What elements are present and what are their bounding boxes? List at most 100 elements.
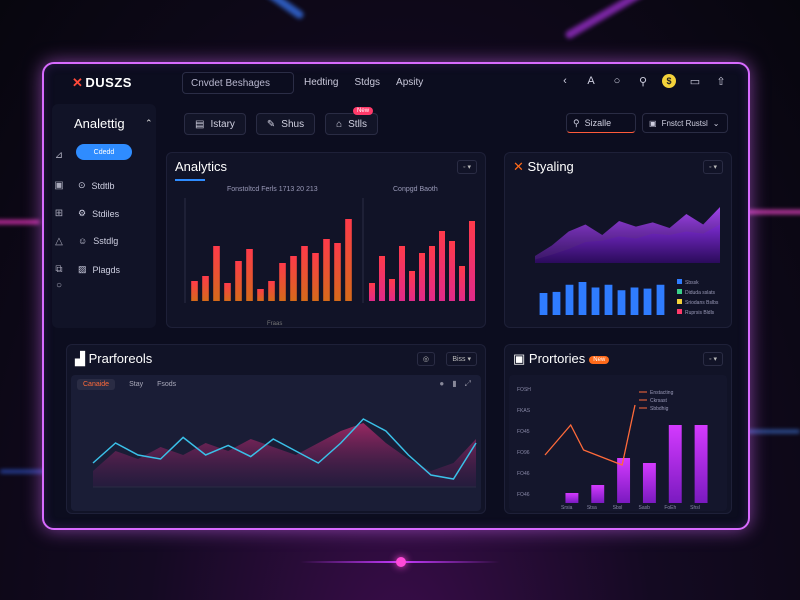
chart-subtitle: Fonstoltcd Ferls 1713 20 213 (227, 186, 318, 193)
panel-title: ▟ Prarforeols (75, 351, 152, 367)
bar (578, 282, 587, 315)
bar (643, 288, 652, 315)
clipboard-icon[interactable]: ▭ (688, 74, 702, 88)
x-axis-label: Stsa (587, 505, 597, 511)
tab-history[interactable]: ▤ Istary (184, 113, 246, 135)
refresh-icon[interactable]: ◎ (416, 352, 435, 366)
x-axis-labels: Srsia Stsa Sbsl Sasb FoEh Shsl (561, 505, 700, 511)
y-axis-label: FOSH (517, 387, 531, 393)
bar-series (539, 282, 665, 315)
bar (389, 279, 395, 301)
chart-icon[interactable]: ⊿ (52, 150, 66, 161)
nav-item[interactable]: Stdgs (354, 77, 380, 88)
sidebar-title: Analettig (74, 116, 125, 131)
tab-status[interactable]: ✎ Shus (255, 113, 316, 135)
sidebar: Analettig ⌃ ⊿ Cdedd ▣ ⊙ Stdtlb ⊞ ⚙ Stdiles… (52, 104, 156, 328)
styling-panel: ✕ Styaling ◦ ▾ Sbssk Diduda sslats Sriod… (504, 152, 732, 328)
chevron-up-icon[interactable]: ⌃ (145, 118, 153, 129)
top-icons: ‹ A ○ ⚲ $ ▭ ⇧ (558, 74, 728, 88)
image-icon: ▨ (78, 264, 87, 274)
filter-select[interactable]: ▣ Fnstct Rustsl ⌄ (642, 113, 728, 133)
search-icon[interactable]: ○ (610, 74, 624, 88)
tab-label: Istary (210, 118, 235, 130)
performance-chart (92, 418, 477, 488)
y-axis-label: FO96 (517, 450, 530, 456)
back-icon[interactable]: ‹ (558, 74, 572, 88)
legend-swatch (677, 289, 682, 294)
logo-text: DUSZS (85, 75, 132, 90)
bar (301, 246, 308, 301)
background-streak (234, 0, 306, 21)
app-logo[interactable]: ✕ DUSZS (72, 75, 132, 91)
nav-item[interactable]: Apsity (396, 77, 423, 88)
bar (369, 283, 375, 301)
circle-icon[interactable]: ○ (52, 280, 66, 291)
panel-icon: ▣ (649, 118, 657, 128)
tab-label: Shus (281, 118, 305, 130)
legend-label: Ruprsis Bldls (685, 310, 715, 316)
bar (213, 246, 220, 301)
sidebar-active-pill[interactable]: Cdedd (76, 144, 132, 160)
sidebar-item-label: Sstdlg (93, 236, 119, 246)
panel-menu-button[interactable]: Biss ▾ (446, 352, 477, 366)
legend-label: Sbbdhig (650, 406, 669, 412)
legend-swatch (677, 309, 682, 314)
sidebar-item-1[interactable]: ⊙ Stdtlb (78, 180, 115, 191)
panel-title-text: Prortories (528, 351, 586, 366)
bar (656, 284, 665, 315)
search-input[interactable]: ⚲ Sizalle (566, 113, 636, 133)
key-icon[interactable]: ⚲ (636, 74, 650, 88)
triangle-icon[interactable]: △ (52, 236, 66, 247)
bar (191, 281, 198, 301)
sidebar-item-3[interactable]: ☺ Sstdlg (78, 236, 118, 246)
analytics-chart: Fonstoltcd Ferls 1713 20 213 Conpgd Baot… (184, 186, 475, 327)
legend: Enstacting Ckrsast Sbbdhig (639, 390, 674, 412)
chart-subtitle: Conpgd Baoth (393, 186, 438, 193)
dashboard-window: ✕ DUSZS Cnvdet Beshages Hedting Stdgs Aps… (42, 62, 750, 530)
search-label: Sizalle (584, 118, 612, 128)
y-axis-label: FKAS (517, 408, 531, 414)
top-nav: Hedting Stdgs Apsity (304, 77, 423, 88)
sidebar-item-2[interactable]: ⚙ Stdiles (78, 208, 119, 219)
y-axis-label: FO46 (517, 492, 530, 498)
sidebar-item-4[interactable]: ▨ Plagds (78, 264, 120, 275)
tab-skills[interactable]: ⌂ Stlls New (325, 107, 379, 135)
nav-item[interactable]: Hedting (304, 77, 338, 88)
select-label: Fnstct Rustsl (661, 118, 708, 128)
tab-row: ▤ Istary ✎ Shus ⌂ Stlls New (184, 107, 379, 135)
bar (604, 284, 613, 315)
legend-label: Enstacting (650, 390, 674, 396)
bar (202, 276, 209, 301)
bar (323, 239, 330, 301)
layers-icon[interactable]: ⧉ (52, 264, 66, 275)
breadcrumb[interactable]: Cnvdet Beshages (182, 72, 294, 94)
bar (630, 287, 639, 315)
bar (591, 485, 605, 503)
calendar-icon[interactable]: ▣ (52, 180, 66, 191)
bar (409, 271, 415, 301)
panel-menu-button[interactable]: ◦ ▾ (703, 352, 723, 366)
share-icon[interactable]: ⇧ (714, 74, 728, 88)
timeline-handle[interactable] (396, 557, 406, 567)
x-axis-label: Fraas (267, 321, 282, 327)
x-axis-label: FoEh (664, 505, 676, 511)
text-size-icon[interactable]: A (584, 74, 598, 88)
bar (694, 425, 708, 503)
bar (224, 283, 231, 301)
coin-icon[interactable]: $ (662, 74, 676, 88)
bar (399, 246, 405, 301)
bar (290, 256, 297, 301)
analytics-panel: Analytics ◦ ▾ Fonstoltcd Ferls 1713 20 2… (166, 152, 486, 328)
pen-icon: ✎ (266, 118, 276, 130)
panel-title: ▣ Prortories New (513, 351, 610, 367)
background-streak (0, 220, 40, 224)
legend-label: Sriodans Bslbs (685, 300, 719, 306)
bar-series (191, 219, 352, 301)
performance-chart-area: Canaide Stay Fsods ● ▮ ⤢ (71, 375, 481, 511)
top-bar: ✕ DUSZS Cnvdet Beshages Hedting Stdgs Aps… (44, 64, 748, 102)
styling-chart: Sbssk Diduda sslats Sriodans Bslbs Ruprs… (535, 207, 720, 316)
grid-icon[interactable]: ⊞ (52, 208, 66, 219)
bar (235, 261, 242, 301)
bar (552, 291, 561, 315)
tab-label: Stlls (348, 118, 368, 130)
